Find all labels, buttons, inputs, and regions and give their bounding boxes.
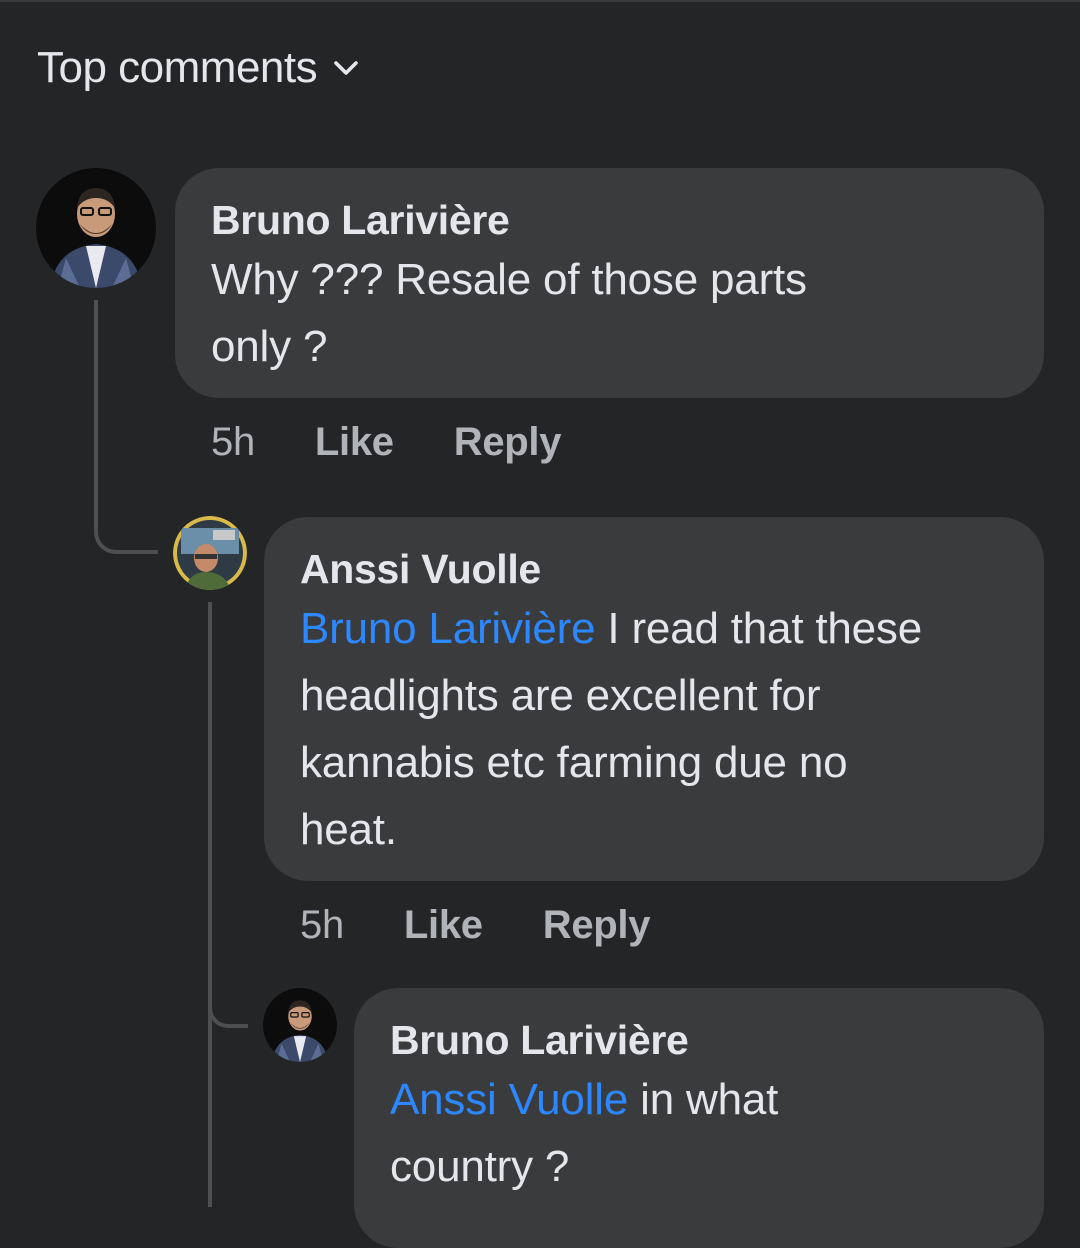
comment-line: country ? [390, 1142, 570, 1191]
thread-connector-3 [208, 960, 248, 1028]
sort-dropdown[interactable]: Top comments [37, 40, 361, 96]
comment-author[interactable]: Bruno Larivière [211, 196, 1008, 244]
sort-label: Top comments [37, 43, 318, 92]
like-button[interactable]: Like [315, 420, 394, 465]
mention-link[interactable]: Bruno Larivière [300, 604, 596, 653]
thread-connector-1 [94, 300, 158, 554]
comment-line: kannabis etc farming due no [300, 738, 848, 787]
reply-button[interactable]: Reply [543, 903, 651, 948]
comment-actions: 5h Like Reply [300, 897, 710, 953]
comment-line: headlights are excellent for [300, 671, 821, 720]
comment-line: Why ??? Resale of those parts [211, 255, 807, 304]
comment-line-text: I read that these [595, 604, 923, 653]
comment-text: Why ??? Resale of those parts only ? [211, 246, 1008, 380]
comment-line: Bruno Larivière I read that these [300, 595, 1008, 662]
comment-line: Anssi Vuolle in what [390, 1066, 1008, 1133]
comment-time[interactable]: 5h [211, 420, 255, 465]
chevron-down-icon [334, 61, 358, 75]
comment-author[interactable]: Bruno Larivière [390, 1016, 1008, 1064]
comment-line: only ? [211, 322, 328, 371]
comment-line: heat. [300, 805, 397, 854]
avatar[interactable] [36, 168, 156, 288]
comment-line-text: in what [628, 1075, 779, 1124]
anssi-avatar-icon [173, 516, 247, 590]
comment-bubble: Bruno Larivière Why ??? Resale of those … [175, 168, 1044, 398]
comment-bubble: Bruno Larivière Anssi Vuolle in what cou… [354, 988, 1044, 1248]
bruno-avatar-icon [36, 168, 156, 288]
comment-author[interactable]: Anssi Vuolle [300, 545, 1008, 593]
comment-bubble: Anssi Vuolle Bruno Larivière I read that… [264, 517, 1044, 881]
thread-connector-2 [208, 602, 216, 1207]
like-button[interactable]: Like [404, 903, 483, 948]
comment-text: Bruno Larivière I read that these headli… [300, 595, 1008, 863]
mention-link[interactable]: Anssi Vuolle [390, 1075, 628, 1124]
avatar[interactable] [263, 988, 337, 1062]
comment-text: Anssi Vuolle in what country ? [390, 1066, 1008, 1200]
comment-time[interactable]: 5h [300, 903, 344, 948]
avatar[interactable] [173, 516, 247, 590]
bruno-avatar-icon [263, 988, 337, 1062]
comment-actions: 5h Like Reply [211, 414, 621, 470]
reply-button[interactable]: Reply [454, 420, 562, 465]
top-divider [0, 0, 1080, 2]
